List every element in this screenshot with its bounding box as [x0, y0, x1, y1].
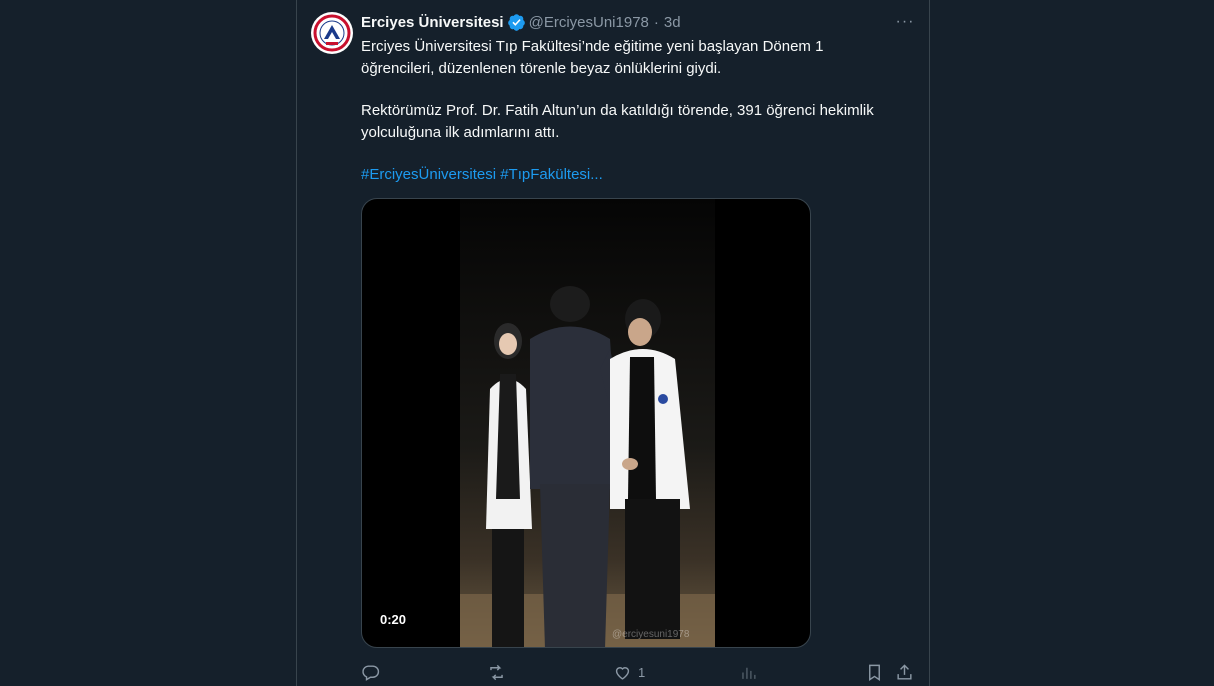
more-options-icon[interactable]: ··· [893, 12, 917, 32]
bookmark-icon [869, 664, 880, 681]
reply-icon [362, 664, 380, 681]
tweet-actions: 1 [361, 660, 915, 684]
retweet-icon [490, 664, 503, 680]
share-icon [897, 663, 912, 680]
share-button[interactable] [895, 660, 914, 684]
like-count: 1 [638, 664, 646, 680]
tweet-hashtags: #ErciyesÜniversitesi #TıpFakültesi... [361, 164, 881, 186]
like-button[interactable]: 1 [613, 660, 645, 684]
tweet-header: Erciyes Üniversitesi @ErciyesUni1978 · 3… [361, 12, 681, 32]
retweet-button[interactable] [487, 660, 506, 684]
tweet-paragraph-2: Rektörümüz Prof. Dr. Fatih Altun’un da k… [361, 102, 874, 141]
author-handle[interactable]: @ErciyesUni1978 [529, 14, 649, 31]
video-watermark: @erciyesuni1978 [612, 629, 690, 640]
separator-dot: · [653, 13, 659, 31]
heart-icon [615, 666, 630, 680]
video-duration: 0:20 [374, 609, 413, 630]
bookmark-button[interactable] [865, 660, 884, 684]
tweet-timestamp[interactable]: 3d [664, 14, 681, 31]
analytics-icon [742, 667, 756, 679]
truncation-ellipsis[interactable]: ... [590, 166, 603, 183]
views-button[interactable] [739, 660, 758, 684]
hashtag-erciyes-universitesi[interactable]: #ErciyesÜniversitesi [361, 166, 496, 183]
tweet-text: Erciyes Üniversitesi Tıp Fakültesi’nde e… [361, 36, 881, 206]
author-name[interactable]: Erciyes Üniversitesi [361, 14, 504, 31]
verified-badge-icon [507, 13, 526, 32]
university-logo-icon [312, 13, 352, 53]
video-frame-image [460, 199, 715, 647]
reply-button[interactable] [361, 660, 380, 684]
tweet-paragraph-1: Erciyes Üniversitesi Tıp Fakültesi’nde e… [361, 38, 824, 77]
video-player[interactable]: 0:20 @erciyesuni1978 [361, 198, 811, 648]
avatar[interactable] [311, 12, 353, 54]
hashtag-tip-fakultesi[interactable]: #TıpFakültesi [500, 166, 590, 183]
